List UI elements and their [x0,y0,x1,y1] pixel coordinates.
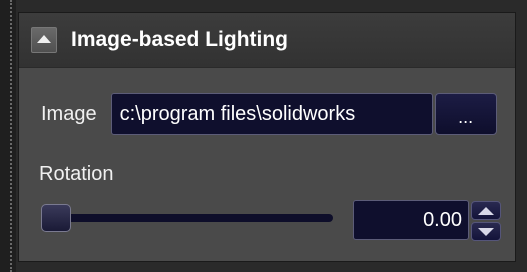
image-label: Image [41,102,97,125]
spin-up-icon [478,206,494,215]
rotation-increment-button[interactable] [471,201,501,220]
spin-down-icon [478,227,494,236]
rotation-value-field[interactable]: 0.00 [353,200,469,240]
browse-button[interactable]: ... [434,93,497,135]
panel-header[interactable]: Image-based Lighting [19,13,515,68]
collapse-button[interactable] [31,27,57,53]
image-row: Image c:\program files\solidworks ... [41,93,497,135]
rotation-slider-thumb[interactable] [41,204,71,232]
rotation-label: Rotation [39,163,114,185]
panel-title: Image-based Lighting [71,28,289,51]
image-path-field[interactable]: c:\program files\solidworks [110,93,433,135]
rotation-spinner [471,201,501,241]
rotation-slider-track[interactable] [41,214,333,222]
rotation-decrement-button[interactable] [471,222,501,241]
image-based-lighting-panel: Image-based Lighting Image c:\program fi… [18,12,516,262]
panel-host-rail [0,0,16,272]
collapse-up-icon [37,35,51,43]
